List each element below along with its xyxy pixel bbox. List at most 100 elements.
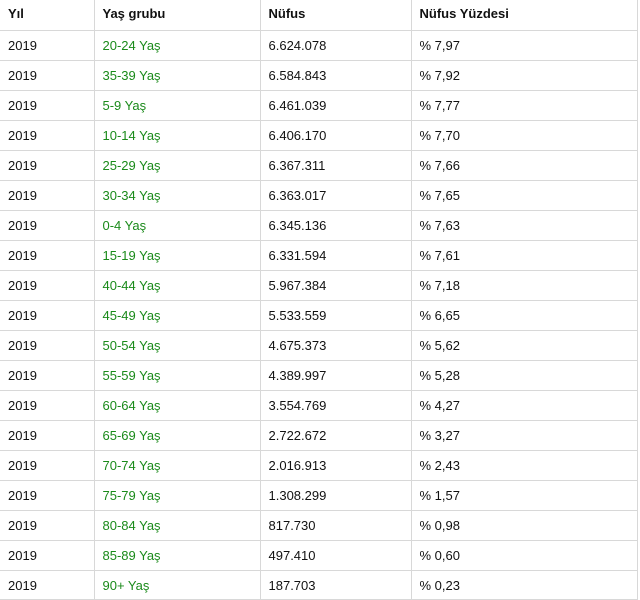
cell-age-group[interactable]: 40-44 Yaş (93, 269, 260, 300)
header-age-group: Yaş grubu (93, 0, 260, 30)
cell-population-percent: % 0,60 (410, 539, 638, 570)
cell-population: 5.967.384 (259, 269, 411, 300)
cell-population-percent: % 6,65 (410, 299, 638, 330)
cell-age-group[interactable]: 25-29 Yaş (93, 149, 260, 180)
cell-year: 2019 (0, 29, 94, 60)
cell-population: 6.331.594 (259, 239, 411, 270)
table-row: 2019 45-49 Yaş 5.533.559% 6,65 (0, 299, 638, 330)
cell-age-group[interactable]: 80-84 Yaş (93, 509, 260, 540)
table-row: 2019 50-54 Yaş 4.675.373% 5,62 (0, 329, 638, 360)
cell-population-percent: % 0,98 (410, 509, 638, 540)
cell-year: 2019 (0, 359, 94, 390)
cell-year: 2019 (0, 119, 94, 150)
cell-population-percent: % 2,43 (410, 449, 638, 480)
cell-population: 187.703 (259, 569, 411, 600)
cell-population-percent: % 7,18 (410, 269, 638, 300)
cell-age-group[interactable]: 50-54 Yaş (93, 329, 260, 360)
table-row: 2019 65-69 Yaş 2.722.672% 3,27 (0, 419, 638, 450)
table-row: 2019 10-14 Yaş 6.406.170% 7,70 (0, 119, 638, 150)
cell-population-percent: % 7,65 (410, 179, 638, 210)
cell-population-percent: % 5,28 (410, 359, 638, 390)
cell-population: 6.461.039 (259, 89, 411, 120)
cell-population: 6.406.170 (259, 119, 411, 150)
table-row: 2019 90+ Yaş 187.703% 0,23 (0, 569, 638, 600)
header-population-percent: Nüfus Yüzdesi (410, 0, 638, 30)
cell-year: 2019 (0, 329, 94, 360)
table-row: 2019 20-24 Yaş 6.624.078% 7,97 (0, 29, 638, 60)
table-row: 2019 70-74 Yaş 2.016.913% 2,43 (0, 449, 638, 480)
table-row: 2019 40-44 Yaş 5.967.384% 7,18 (0, 269, 638, 300)
cell-population: 6.584.843 (259, 59, 411, 90)
cell-population: 2.016.913 (259, 449, 411, 480)
cell-population-percent: % 7,63 (410, 209, 638, 240)
cell-population-percent: % 7,97 (410, 29, 638, 60)
cell-year: 2019 (0, 449, 94, 480)
table-row: 2019 15-19 Yaş 6.331.594% 7,61 (0, 239, 638, 270)
cell-year: 2019 (0, 179, 94, 210)
cell-age-group[interactable]: 20-24 Yaş (93, 29, 260, 60)
cell-year: 2019 (0, 299, 94, 330)
cell-age-group[interactable]: 10-14 Yaş (93, 119, 260, 150)
table-row: 2019 75-79 Yaş 1.308.299% 1,57 (0, 479, 638, 510)
cell-age-group[interactable]: 65-69 Yaş (93, 419, 260, 450)
cell-age-group[interactable]: 30-34 Yaş (93, 179, 260, 210)
cell-population: 4.675.373 (259, 329, 411, 360)
cell-population-percent: % 5,62 (410, 329, 638, 360)
cell-year: 2019 (0, 59, 94, 90)
table-header-row: Yıl Yaş grubu Nüfus Nüfus Yüzdesi (0, 0, 638, 30)
table-row: 2019 55-59 Yaş 4.389.997% 5,28 (0, 359, 638, 390)
cell-population: 6.367.311 (259, 149, 411, 180)
table-row: 2019 80-84 Yaş 817.730% 0,98 (0, 509, 638, 540)
cell-population-percent: % 3,27 (410, 419, 638, 450)
cell-year: 2019 (0, 239, 94, 270)
cell-age-group[interactable]: 55-59 Yaş (93, 359, 260, 390)
population-table-container: Yıl Yaş grubu Nüfus Nüfus Yüzdesi 2019 20… (0, 0, 638, 600)
cell-population-percent: % 7,66 (410, 149, 638, 180)
cell-year: 2019 (0, 539, 94, 570)
cell-population-percent: % 0,23 (410, 569, 638, 600)
table-row: 2019 60-64 Yaş 3.554.769% 4,27 (0, 389, 638, 420)
cell-population-percent: % 1,57 (410, 479, 638, 510)
cell-year: 2019 (0, 509, 94, 540)
cell-population: 6.624.078 (259, 29, 411, 60)
table-body: 2019 20-24 Yaş 6.624.078% 7,97 2019 35-39 Ya… (0, 29, 638, 600)
cell-age-group[interactable]: 70-74 Yaş (93, 449, 260, 480)
table-row: 2019 0-4 Yaş 6.345.136% 7,63 (0, 209, 638, 240)
cell-population: 497.410 (259, 539, 411, 570)
cell-age-group[interactable]: 0-4 Yaş (93, 209, 260, 240)
cell-age-group[interactable]: 15-19 Yaş (93, 239, 260, 270)
cell-population: 2.722.672 (259, 419, 411, 450)
cell-population-percent: % 7,77 (410, 89, 638, 120)
header-year: Yıl (8, 6, 24, 22)
table-row: 2019 35-39 Yaş 6.584.843% 7,92 (0, 59, 638, 90)
cell-age-group[interactable]: 75-79 Yaş (93, 479, 260, 510)
cell-population: 4.389.997 (259, 359, 411, 390)
cell-age-group[interactable]: 5-9 Yaş (93, 89, 260, 120)
cell-age-group[interactable]: 35-39 Yaş (93, 59, 260, 90)
cell-age-group[interactable]: 45-49 Yaş (93, 299, 260, 330)
table-row: 2019 5-9 Yaş 6.461.039% 7,77 (0, 89, 638, 120)
cell-year: 2019 (0, 89, 94, 120)
cell-age-group[interactable]: 60-64 Yaş (93, 389, 260, 420)
cell-population-percent: % 7,61 (410, 239, 638, 270)
table-row: 2019 25-29 Yaş 6.367.311% 7,66 (0, 149, 638, 180)
cell-population-percent: % 7,70 (410, 119, 638, 150)
cell-population: 6.345.136 (259, 209, 411, 240)
cell-population: 817.730 (259, 509, 411, 540)
cell-year: 2019 (0, 479, 94, 510)
cell-year: 2019 (0, 269, 94, 300)
cell-population-percent: % 7,92 (410, 59, 638, 90)
cell-year: 2019 (0, 209, 94, 240)
cell-year: 2019 (0, 419, 94, 450)
cell-year: 2019 (0, 389, 94, 420)
cell-population: 1.308.299 (259, 479, 411, 510)
header-population: Nüfus (259, 0, 411, 30)
population-table: Yıl Yaş grubu Nüfus Nüfus Yüzdesi 2019 20… (0, 0, 638, 600)
cell-population: 6.363.017 (259, 179, 411, 210)
cell-year: 2019 (0, 569, 94, 600)
cell-year: 2019 (0, 149, 94, 180)
table-row: 2019 30-34 Yaş 6.363.017% 7,65 (0, 179, 638, 210)
cell-age-group[interactable]: 85-89 Yaş (93, 539, 260, 570)
cell-age-group[interactable]: 90+ Yaş (93, 569, 260, 600)
cell-population: 3.554.769 (259, 389, 411, 420)
